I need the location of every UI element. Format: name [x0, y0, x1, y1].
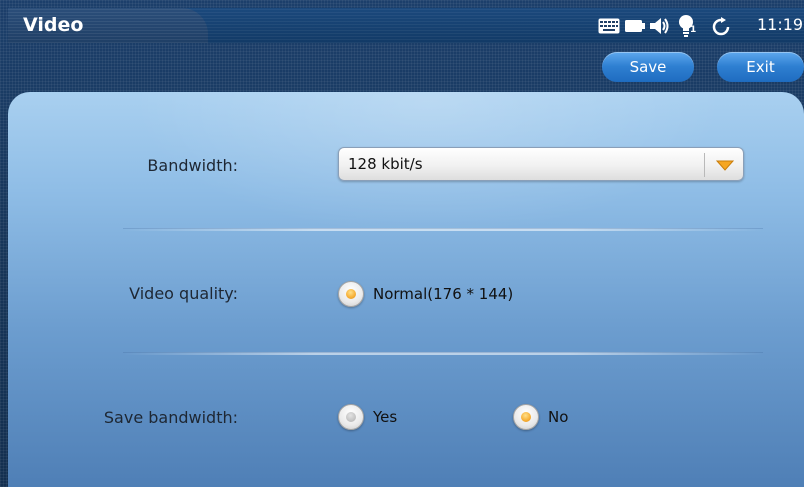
option-no-label: No: [548, 408, 569, 426]
radio-indicator: [346, 412, 356, 422]
page-title: Video: [23, 14, 84, 36]
radio-normal-176x144[interactable]: [338, 281, 364, 307]
exit-button[interactable]: Exit: [717, 52, 804, 82]
video-quality-label: Video quality:: [129, 284, 238, 303]
row-divider: [123, 228, 763, 231]
radio-no[interactable]: [513, 404, 539, 430]
bandwidth-label: Bandwidth:: [147, 156, 238, 175]
notification-count: 1: [690, 25, 697, 35]
radio-indicator: [521, 412, 531, 422]
sync-icon: [712, 17, 730, 36]
save-button[interactable]: Save: [602, 52, 694, 82]
save-bandwidth-label: Save bandwidth:: [103, 408, 238, 427]
keyboard-icon: [598, 18, 620, 34]
bandwidth-select[interactable]: 128 kbit/s: [338, 147, 744, 181]
row-divider: [123, 352, 763, 355]
clock: 11:19: [757, 15, 804, 34]
option-yes-label: Yes: [373, 408, 398, 426]
radio-indicator: [346, 289, 356, 299]
bandwidth-value: 128 kbit/s: [348, 155, 423, 173]
chevron-down-icon[interactable]: [716, 159, 734, 171]
settings-panel: Bandwidth: 128 kbit/s Video quality: Nor…: [8, 92, 804, 487]
battery-icon: [625, 20, 645, 32]
speaker-icon: [650, 18, 669, 34]
option-normal-176x144-label: Normal(176 * 144): [373, 285, 514, 303]
radio-yes[interactable]: [338, 404, 364, 430]
select-separator: [704, 153, 705, 177]
